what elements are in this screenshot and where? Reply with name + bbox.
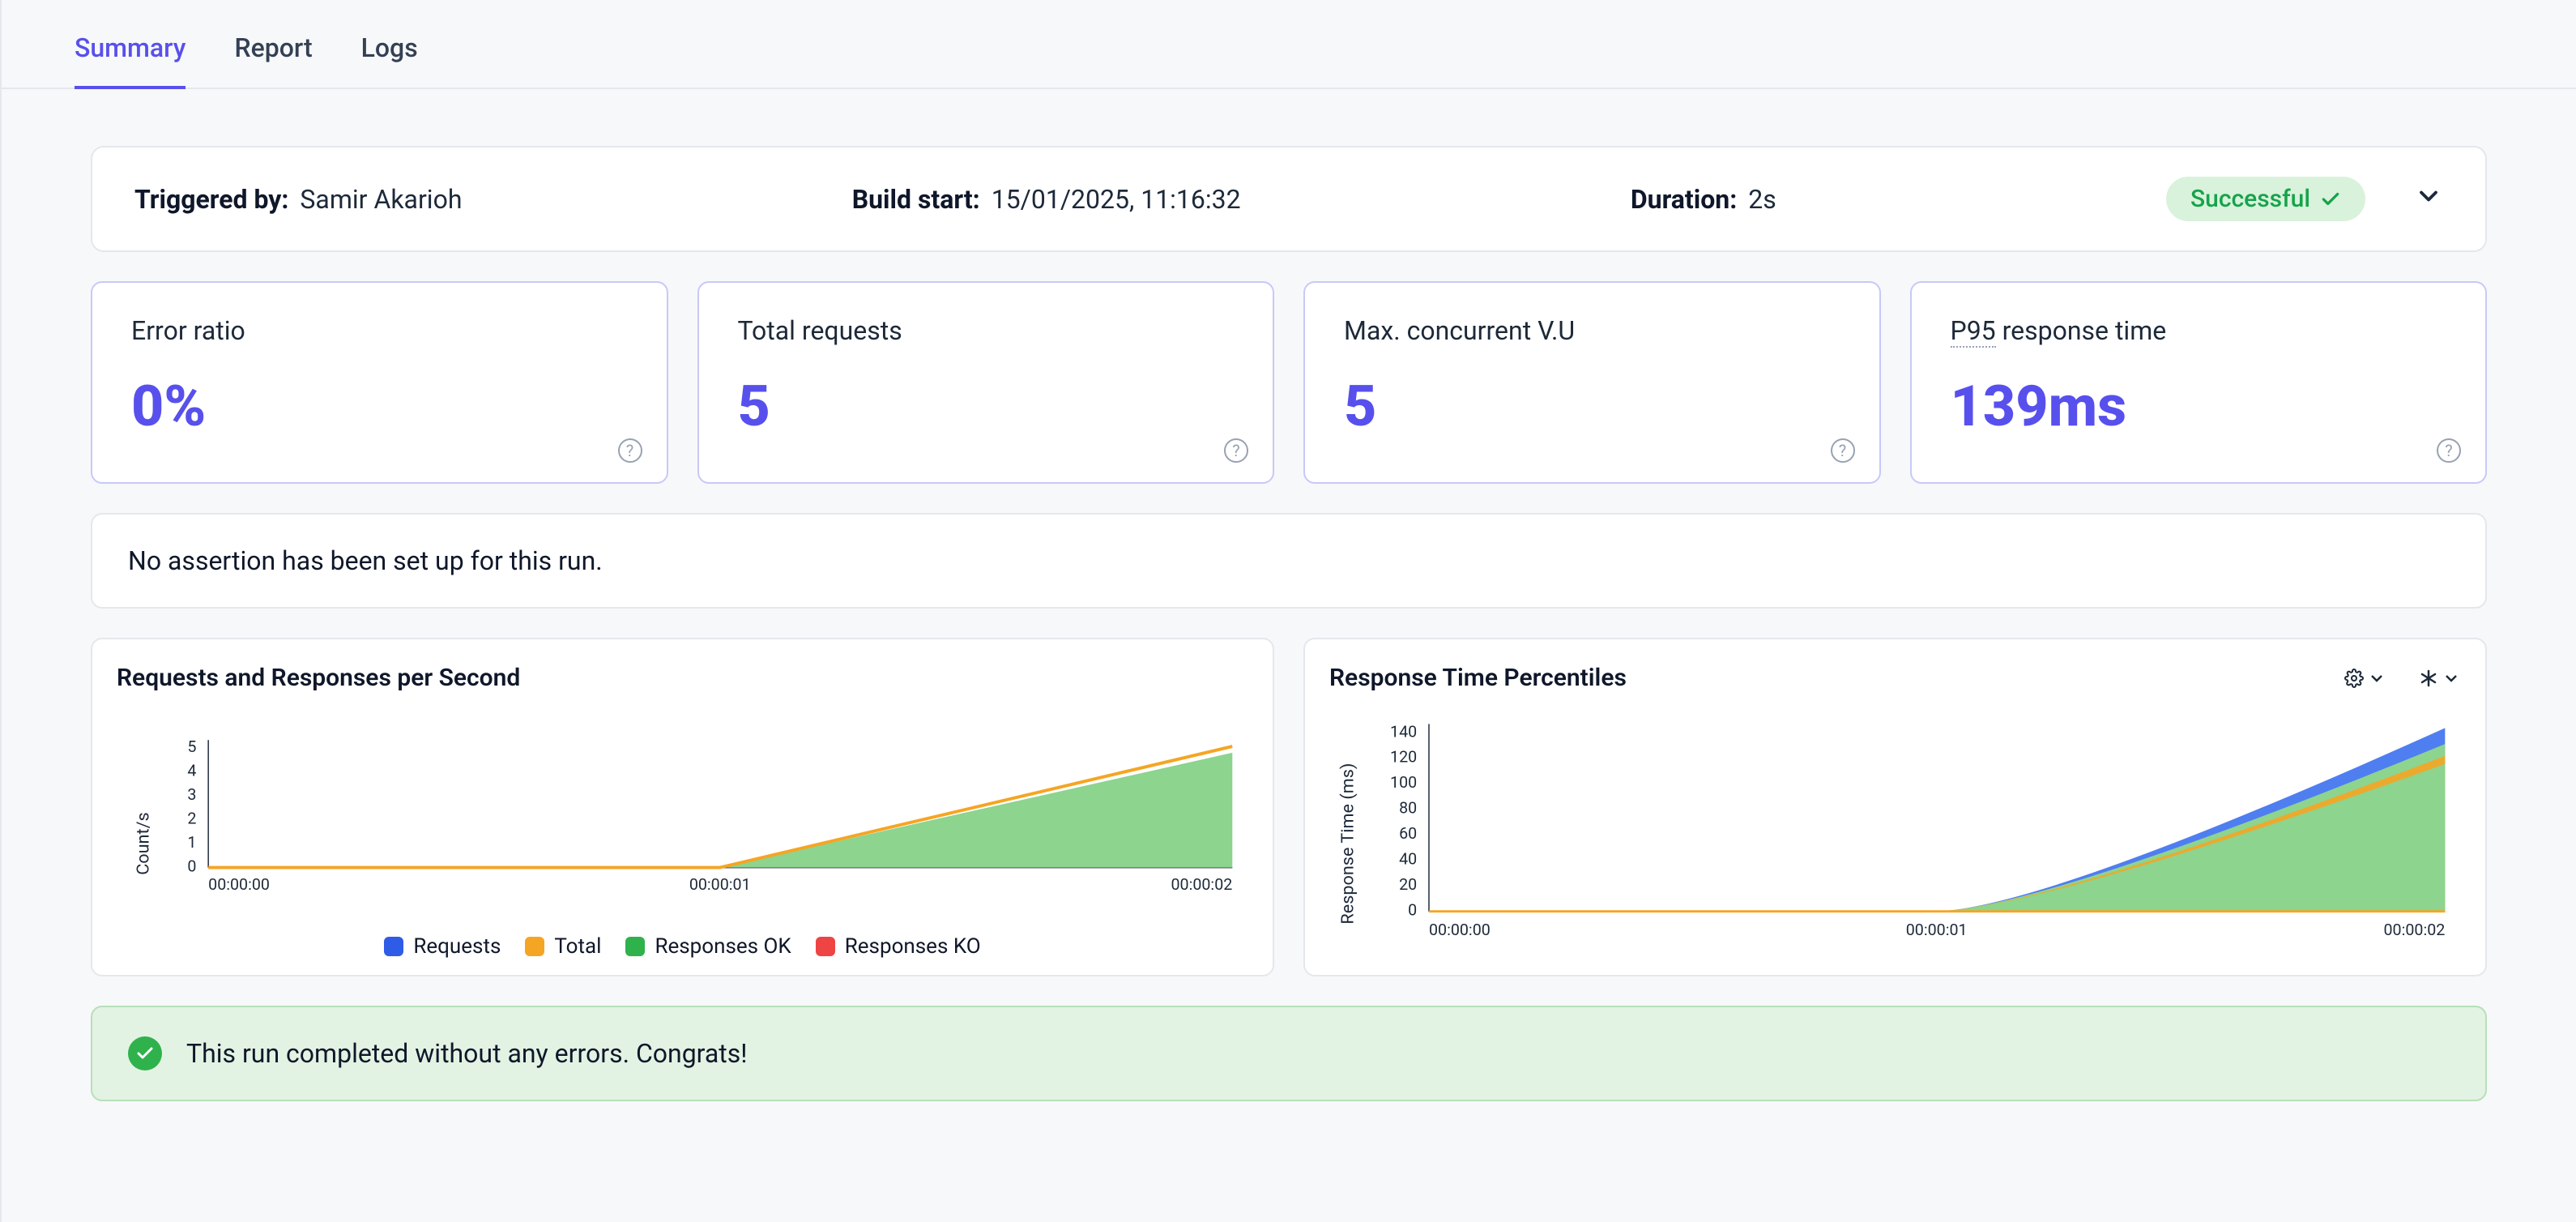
build-start-label: Build start:	[852, 184, 980, 215]
assertion-message: No assertion has been set up for this ru…	[91, 513, 2487, 609]
asterisk-icon	[2419, 669, 2438, 688]
legend-total[interactable]: Total	[525, 934, 601, 959]
help-icon[interactable]: ?	[2437, 438, 2461, 463]
chart-rps-plot: Count/s 0 1 2 3 4 5	[117, 700, 1248, 923]
chart-rps-title: Requests and Responses per Second	[117, 664, 520, 692]
metric-p95: P95 response time 139ms ?	[1910, 281, 2488, 484]
svg-text:4: 4	[187, 761, 196, 780]
chevron-down-icon	[2442, 669, 2461, 688]
metric-p95-value: 139ms	[1951, 378, 2447, 435]
tab-summary[interactable]: Summary	[75, 32, 186, 89]
svg-text:5: 5	[187, 737, 196, 756]
svg-text:100: 100	[1390, 773, 1417, 792]
metric-error-ratio: Error ratio 0% ?	[91, 281, 668, 484]
chart-rps: Requests and Responses per Second Count/…	[91, 638, 1274, 976]
legend-requests[interactable]: Requests	[384, 934, 501, 959]
tabs-bar: Summary Report Logs	[2, 0, 2576, 89]
svg-text:00:00:00: 00:00:00	[1429, 921, 1491, 939]
svg-text:0: 0	[1408, 901, 1417, 920]
svg-text:00:00:01: 00:00:01	[689, 875, 751, 894]
duration-value: 2s	[1748, 184, 1776, 215]
svg-text:60: 60	[1399, 824, 1417, 843]
chevron-down-icon	[2414, 182, 2443, 211]
triggered-by-label: Triggered by:	[134, 184, 288, 215]
legend-ok[interactable]: Responses OK	[625, 934, 791, 959]
svg-text:Response Time (ms): Response Time (ms)	[1338, 763, 1358, 925]
check-icon	[2320, 189, 2341, 210]
status-badge: Successful	[2166, 177, 2365, 221]
check-circle-icon	[128, 1036, 162, 1070]
expand-toggle[interactable]	[2414, 182, 2443, 216]
svg-text:140: 140	[1390, 722, 1417, 741]
chart-rtp-plot: Response Time (ms) 0 20 40 60 80 100 120…	[1329, 700, 2461, 955]
metric-total-requests: Total requests 5 ?	[697, 281, 1275, 484]
duration-label: Duration:	[1631, 184, 1737, 215]
metric-max-vu: Max. concurrent V.U 5 ?	[1303, 281, 1881, 484]
svg-text:00:00:02: 00:00:02	[2384, 921, 2446, 939]
chart-rps-legend: Requests Total Responses OK Responses KO	[117, 934, 1248, 959]
help-icon[interactable]: ?	[1224, 438, 1248, 463]
chart-rtp-title: Response Time Percentiles	[1329, 664, 1627, 692]
triggered-by-value: Samir Akarioh	[300, 184, 462, 215]
metric-p95-label: P95 response time	[1951, 315, 2447, 346]
metric-total-requests-value: 5	[738, 378, 1235, 435]
chart-asterisk-dropdown[interactable]	[2419, 669, 2461, 688]
svg-text:00:00:00: 00:00:00	[208, 875, 270, 894]
chevron-down-icon	[2367, 669, 2386, 688]
svg-text:0: 0	[187, 857, 196, 876]
tab-report[interactable]: Report	[234, 32, 312, 88]
svg-text:00:00:01: 00:00:01	[1906, 921, 1968, 939]
build-start-value: 15/01/2025, 11:16:32	[992, 184, 1241, 215]
svg-text:120: 120	[1390, 748, 1417, 767]
svg-text:20: 20	[1399, 875, 1417, 894]
chart-rtp: Response Time Percentiles Response Tim	[1303, 638, 2487, 976]
chart-settings-dropdown[interactable]	[2344, 669, 2386, 688]
status-text: Successful	[2190, 185, 2310, 213]
metric-max-vu-label: Max. concurrent V.U	[1344, 315, 1840, 346]
svg-text:1: 1	[187, 833, 196, 852]
svg-text:00:00:02: 00:00:02	[1171, 875, 1232, 894]
metric-error-ratio-value: 0%	[131, 378, 628, 435]
success-banner-text: This run completed without any errors. C…	[186, 1038, 748, 1069]
metric-total-requests-label: Total requests	[738, 315, 1235, 346]
success-banner: This run completed without any errors. C…	[91, 1006, 2487, 1101]
metric-max-vu-value: 5	[1344, 378, 1840, 435]
svg-text:3: 3	[187, 785, 196, 804]
svg-text:2: 2	[187, 809, 196, 827]
run-summary-bar: Triggered by: Samir Akarioh Build start:…	[91, 146, 2487, 252]
metric-error-ratio-label: Error ratio	[131, 315, 628, 346]
help-icon[interactable]: ?	[1831, 438, 1855, 463]
gear-icon	[2344, 669, 2364, 688]
help-icon[interactable]: ?	[618, 438, 642, 463]
svg-text:80: 80	[1399, 799, 1417, 818]
legend-ko[interactable]: Responses KO	[816, 934, 981, 959]
svg-text:40: 40	[1399, 850, 1417, 869]
tab-logs[interactable]: Logs	[361, 32, 418, 88]
svg-text:Count/s: Count/s	[133, 812, 153, 874]
